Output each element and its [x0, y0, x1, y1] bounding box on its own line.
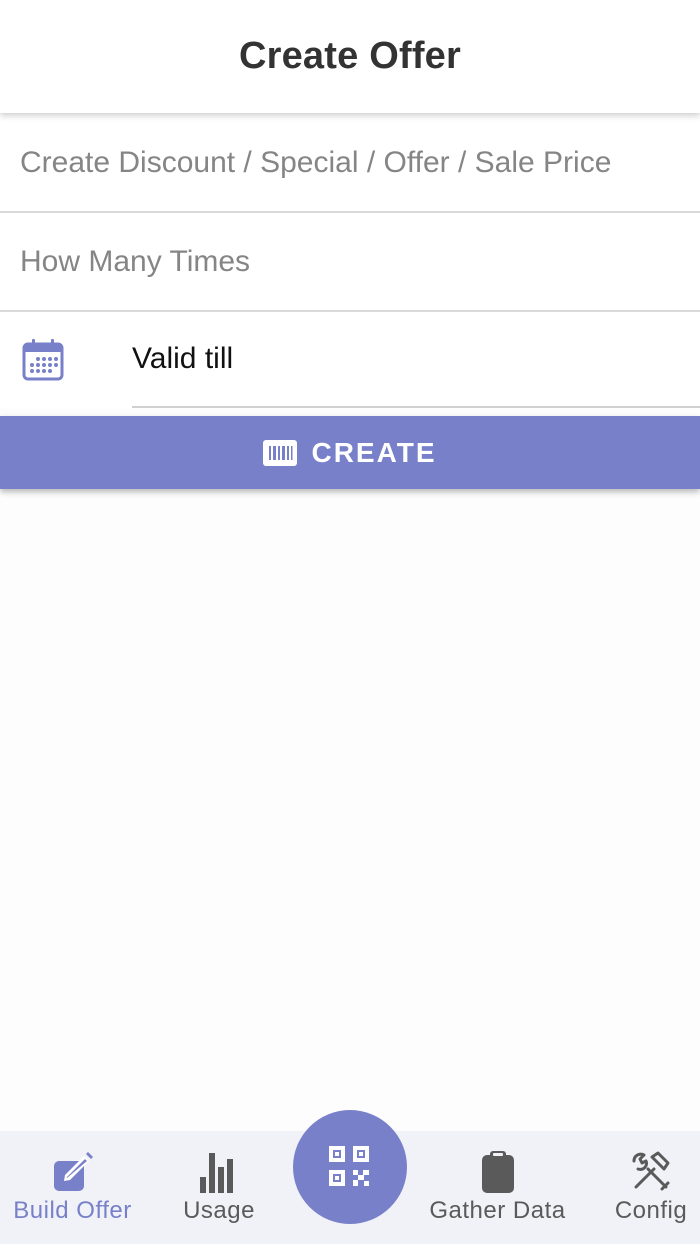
bar-chart-icon [200, 1153, 233, 1193]
discount-field [0, 114, 700, 213]
app-root: Create Offer Valid till [0, 0, 700, 1244]
times-field [0, 213, 700, 312]
qr-code-icon [329, 1146, 369, 1186]
page-title: Create Offer [238, 35, 462, 77]
tools-icon [632, 1151, 670, 1191]
discount-input[interactable] [0, 132, 700, 193]
nav-item-gather-data[interactable]: Gather Data [420, 1131, 575, 1244]
nav-label-gather-data: Gather Data [429, 1197, 566, 1224]
nav-item-build-offer[interactable]: Build Offer [0, 1131, 145, 1244]
edit-icon [53, 1152, 93, 1191]
nav-item-config[interactable]: Config [602, 1131, 700, 1244]
valid-till-underline [132, 406, 700, 408]
nav-item-usage[interactable]: Usage [160, 1131, 278, 1244]
calendar-icon[interactable] [21, 338, 65, 382]
create-button[interactable]: CREATE [0, 416, 700, 489]
app-bar: Create Offer [0, 0, 700, 113]
create-button-label: CREATE [311, 436, 437, 468]
barcode-icon [263, 439, 298, 466]
nav-label-config: Config [614, 1197, 688, 1224]
valid-till-field[interactable]: Valid till [0, 312, 700, 408]
valid-till-label: Valid till [132, 342, 234, 375]
clipboard-icon [481, 1151, 514, 1193]
nav-label-build-offer: Build Offer [13, 1197, 132, 1224]
times-input[interactable] [0, 231, 700, 292]
qr-scan-button[interactable] [293, 1110, 407, 1224]
nav-label-usage: Usage [183, 1197, 255, 1224]
